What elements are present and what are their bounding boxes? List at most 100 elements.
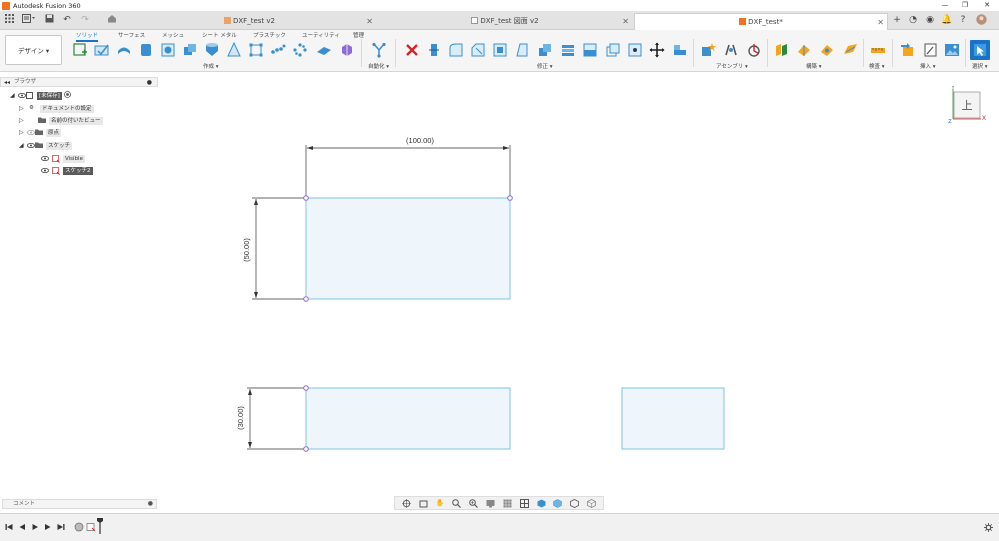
tree-item-sketch-visible[interactable]: Visible (40, 153, 85, 164)
sketch-rectangle-3[interactable] (621, 387, 725, 450)
sweep-icon[interactable] (158, 40, 177, 59)
sketch-point[interactable] (507, 195, 513, 201)
viewcube-face-label[interactable]: 上 (962, 99, 973, 112)
extensions-icon[interactable]: ◔ (907, 14, 919, 26)
motion-link-icon[interactable] (744, 40, 763, 59)
tab-plastic[interactable]: プラスチック (253, 31, 286, 39)
split-body-icon[interactable] (625, 40, 644, 59)
eye-icon[interactable] (17, 92, 26, 99)
insert-svg-icon[interactable] (920, 40, 939, 59)
undo-icon[interactable]: ↶ (60, 14, 74, 26)
select-priority-face-icon[interactable] (553, 498, 563, 508)
grid-snaps-icon[interactable] (502, 498, 512, 508)
tree-item-sketch2[interactable]: スケッチ2 (40, 165, 93, 176)
delete-icon[interactable] (402, 40, 421, 59)
timeline-feature-icon[interactable] (74, 522, 84, 532)
measure-icon[interactable] (868, 40, 887, 59)
sketch-point[interactable] (303, 296, 309, 302)
sketch-point[interactable] (303, 195, 309, 201)
dim-width-label[interactable]: (100.00) (406, 136, 434, 145)
help-icon[interactable]: ? (957, 14, 969, 26)
tab-dxf-test-v2[interactable]: DXF_test v2 ✕ (123, 13, 376, 30)
go-to-start-icon[interactable] (4, 522, 14, 532)
tree-item-named-views[interactable]: ▷ 名前の付いたビュー (19, 115, 103, 126)
insert-group-label[interactable]: 挿入 ▾ (920, 62, 936, 70)
split-face-icon[interactable] (603, 40, 622, 59)
joint-icon[interactable] (721, 40, 740, 59)
press-pull-icon[interactable] (424, 40, 443, 59)
file-menu-icon[interactable] (20, 14, 38, 26)
step-back-icon[interactable] (17, 522, 27, 532)
close-window-icon[interactable]: ✕ (977, 0, 997, 11)
dim-height2-label[interactable]: (30.00) (236, 406, 245, 430)
sketch-rectangle-1[interactable] (305, 197, 511, 300)
panel-pin-icon[interactable]: ● (147, 78, 152, 87)
tree-item-origin[interactable]: ▷ 原点 (19, 127, 62, 138)
view-cube[interactable]: 上 Y X Z (947, 85, 987, 125)
offset-plane-icon[interactable] (771, 40, 790, 59)
new-component-icon[interactable] (698, 40, 717, 59)
expanded-triangle-icon[interactable]: ◢ (10, 92, 17, 99)
collapsed-triangle-icon[interactable]: ▷ (19, 117, 26, 124)
home-icon[interactable] (104, 14, 120, 26)
tab-drawing-v2[interactable]: DXF_test 図面 v2 ✕ (378, 13, 632, 30)
close-tab-icon[interactable]: ✕ (877, 14, 884, 31)
midplane-icon[interactable] (817, 40, 836, 59)
create-group-label[interactable]: 作成 ▾ (203, 62, 219, 70)
select-priority-component-icon[interactable] (587, 498, 597, 508)
path-pattern-icon[interactable] (268, 40, 287, 59)
automate-icon[interactable] (369, 40, 388, 59)
add-comment-icon[interactable]: ● (148, 500, 153, 508)
sketch-point[interactable] (303, 446, 309, 452)
activate-radio-icon[interactable] (63, 91, 71, 100)
sketch-point[interactable] (303, 385, 309, 391)
orbit-icon[interactable] (401, 498, 411, 508)
construct-group-label[interactable]: 構築 ▾ (806, 62, 822, 70)
circular-pattern-icon[interactable] (290, 40, 309, 59)
tab-dxf-test-active[interactable]: DXF_test* ✕ (634, 13, 888, 30)
eye-icon[interactable] (40, 155, 49, 162)
close-tab-icon[interactable]: ✕ (366, 13, 373, 30)
user-avatar[interactable] (974, 14, 988, 26)
eye-icon[interactable] (40, 167, 49, 174)
extrude-icon[interactable] (114, 40, 133, 59)
tangent-plane-icon[interactable] (840, 40, 859, 59)
timeline-marker[interactable] (95, 518, 105, 534)
collapsed-triangle-icon[interactable]: ▷ (19, 129, 26, 136)
sketch-rectangle-2[interactable] (305, 387, 511, 450)
viewports-icon[interactable] (519, 498, 529, 508)
chamfer-icon[interactable] (468, 40, 487, 59)
select-priority-body-icon[interactable] (536, 498, 546, 508)
look-at-icon[interactable] (418, 498, 428, 508)
tab-mesh[interactable]: メッシュ (162, 31, 184, 39)
pan-hand-icon[interactable]: ✋ (435, 498, 445, 508)
draft-icon[interactable] (512, 40, 531, 59)
tab-utilities[interactable]: ユーティリティ (302, 31, 340, 39)
tab-manage[interactable]: 管理 (353, 31, 364, 39)
create-sketch-icon[interactable] (70, 40, 89, 59)
insert-canvas-icon[interactable] (942, 40, 961, 59)
revolve-icon[interactable] (136, 40, 155, 59)
tab-sheet-metal[interactable]: シート メタル (202, 31, 237, 39)
scale-icon[interactable] (535, 40, 554, 59)
play-icon[interactable] (30, 522, 40, 532)
replace-face-icon[interactable] (580, 40, 599, 59)
primitive-cone-icon[interactable] (224, 40, 243, 59)
expanded-triangle-icon[interactable]: ◢ (19, 142, 26, 149)
new-tab-icon[interactable]: + (891, 14, 903, 26)
finish-sketch-icon[interactable] (92, 40, 111, 59)
automate-group-label[interactable]: 自動化 ▾ (368, 62, 389, 70)
notifications-icon[interactable]: 🔔 (941, 14, 953, 26)
design-canvas[interactable]: (100.00) (50.00) (30.00) (0, 72, 999, 494)
thicken-icon[interactable] (314, 40, 333, 59)
inspect-group-label[interactable]: 検査 ▾ (869, 62, 885, 70)
eye-icon[interactable] (26, 142, 35, 149)
close-tab-icon[interactable]: ✕ (622, 13, 629, 30)
data-panel-grid-icon[interactable] (3, 14, 15, 26)
redo-icon[interactable]: ↷ (78, 14, 92, 26)
collapsed-triangle-icon[interactable]: ▷ (19, 105, 26, 112)
move-copy-icon[interactable] (647, 40, 666, 59)
eye-hidden-icon[interactable] (26, 129, 35, 136)
hole-icon[interactable] (202, 40, 221, 59)
timeline-settings-gear-icon[interactable] (983, 522, 993, 532)
